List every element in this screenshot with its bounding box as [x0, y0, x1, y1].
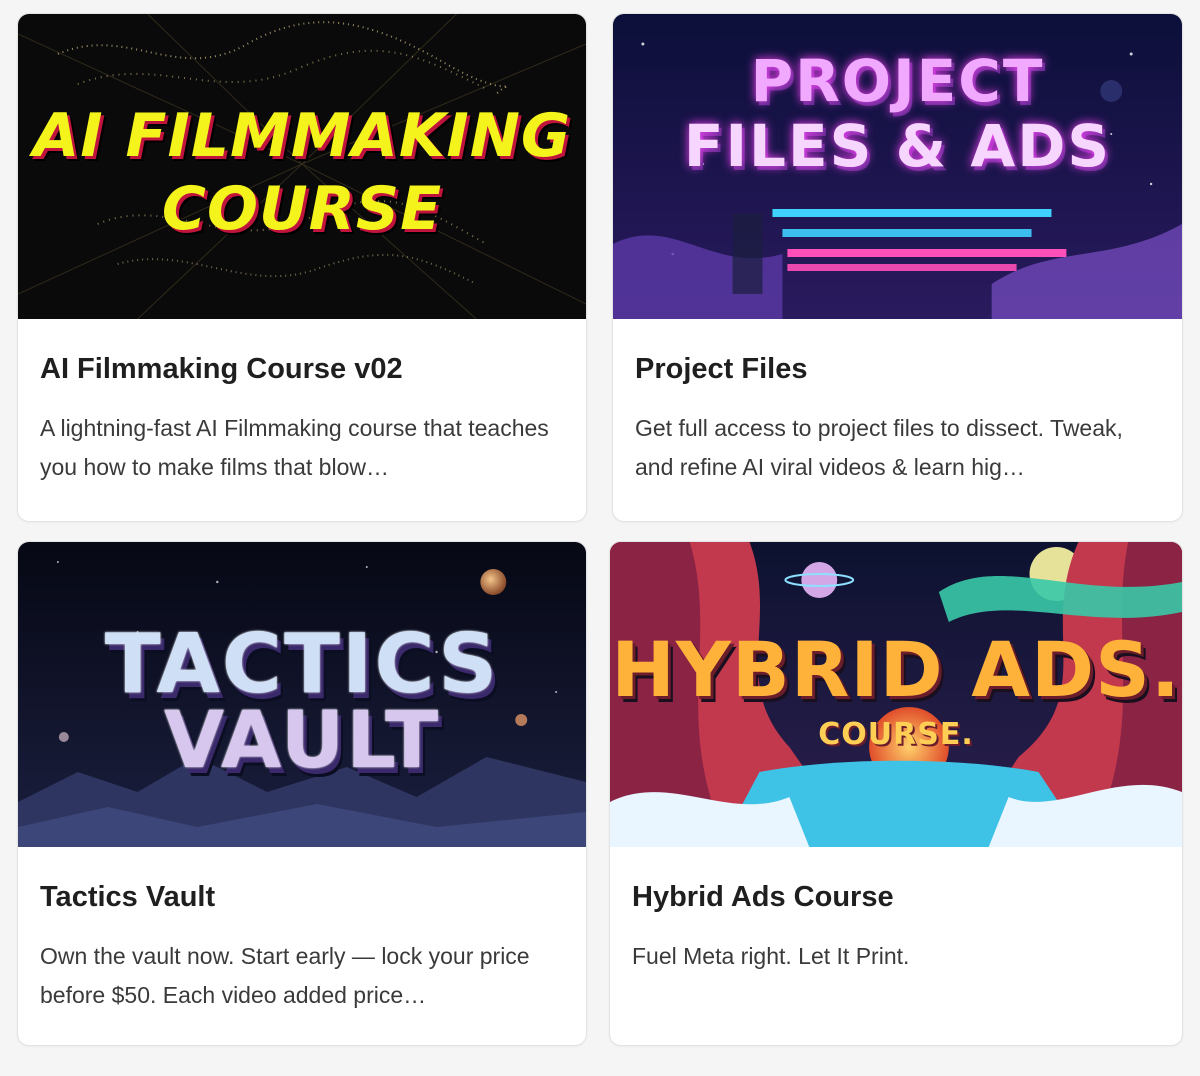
thumbnail-title-line-2: VAULT	[163, 696, 441, 786]
course-thumbnail: PROJECT FILES & ADS	[613, 14, 1182, 319]
card-title: Hybrid Ads Course	[632, 881, 894, 913]
thumbnail-title-line-1: AI FILMMAKING	[32, 101, 572, 171]
card-description: A lightning-fast AI Filmmaking course th…	[40, 415, 549, 480]
course-card-project-files[interactable]: PROJECT FILES & ADS Project Files Get fu…	[612, 13, 1183, 522]
course-card-ai-filmmaking[interactable]: AI FILMMAKING COURSE AI Filmmaking Cours…	[17, 13, 587, 522]
thumbnail-title-line-1: TACTICS	[104, 617, 500, 712]
thumbnail-title-line-2: FILES & ADS	[683, 112, 1112, 180]
card-description: Own the vault now. Start early — lock yo…	[40, 943, 530, 1008]
course-card-hybrid-ads[interactable]: HYBRID ADS. COURSE. Hybrid Ads Course Fu…	[609, 541, 1183, 1046]
thumbnail-title-line-2: COURSE	[161, 174, 443, 244]
course-thumbnail: AI FILMMAKING COURSE	[18, 14, 586, 319]
card-title: Tactics Vault	[40, 881, 216, 913]
card-title: AI Filmmaking Course v02	[40, 353, 403, 385]
card-title: Project Files	[635, 353, 808, 385]
course-card-tactics-vault[interactable]: TACTICS VAULT Tactics Vault Own the vaul…	[17, 541, 587, 1046]
card-description: Get full access to project files to diss…	[635, 415, 1123, 480]
thumbnail-title-line-1: PROJECT	[750, 47, 1045, 115]
course-thumbnail: HYBRID ADS. COURSE.	[610, 542, 1182, 847]
course-thumbnail: TACTICS VAULT	[18, 542, 586, 847]
card-description: Fuel Meta right. Let It Print.	[632, 943, 910, 969]
thumbnail-title-line-1: HYBRID ADS.	[611, 625, 1181, 714]
thumbnail-title-line-2: COURSE.	[818, 717, 974, 752]
